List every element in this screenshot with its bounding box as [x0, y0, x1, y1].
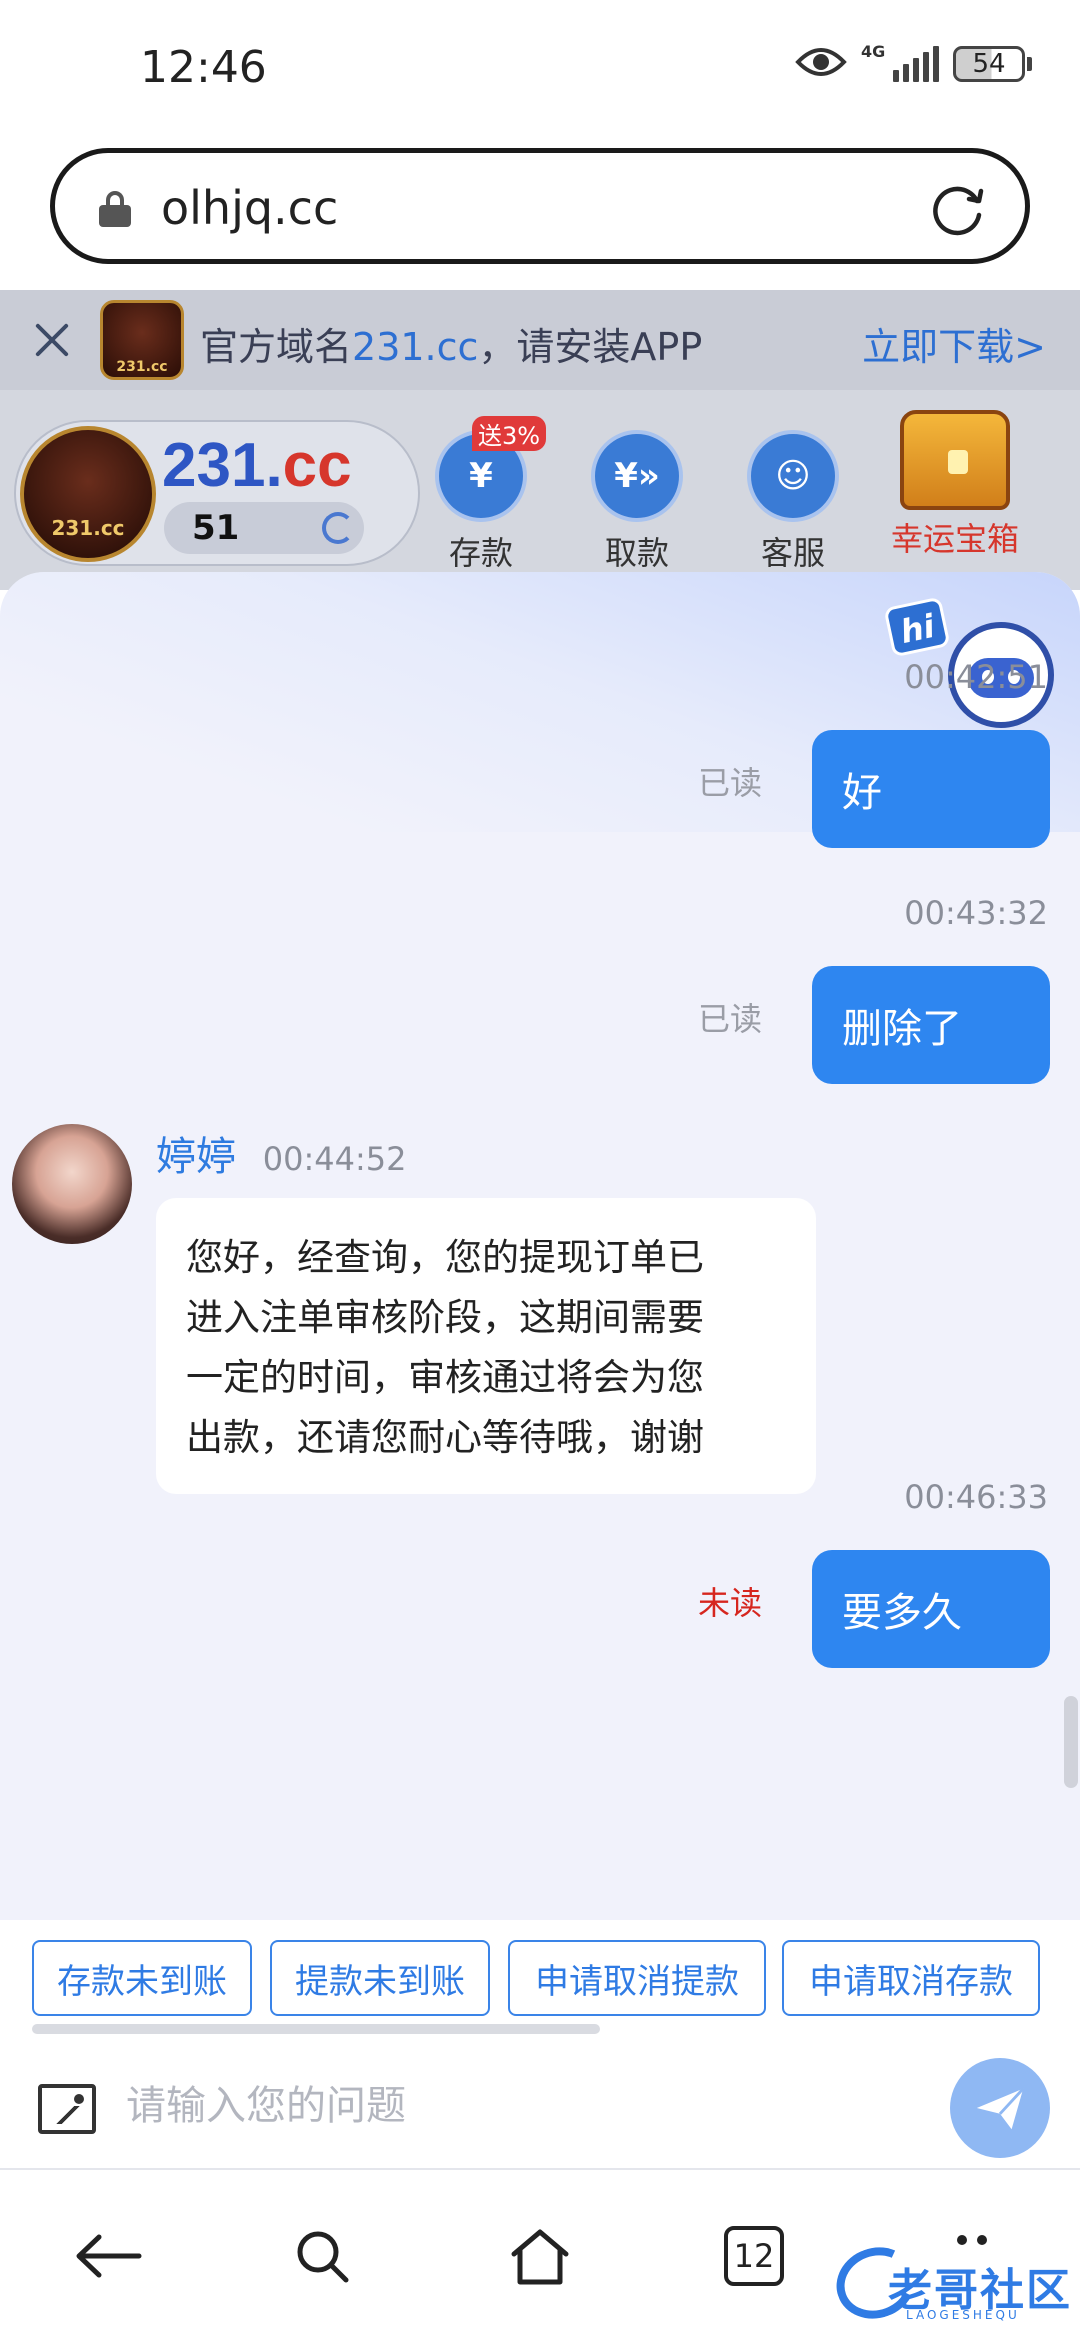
brand-card: 231.cc 231.cc 51 [14, 420, 420, 566]
lock-icon [99, 191, 131, 227]
message-time: 00:46:33 [904, 1478, 1048, 1516]
promo-banner: 231.cc 官方域名231.cc，请安装APP 立即下载> [0, 290, 1080, 390]
watermark-logo: 老哥社区 LAOGESHEQU [826, 2236, 1072, 2330]
network-type: 4G [861, 42, 886, 61]
signal-icon: 4G [861, 42, 939, 82]
url-text[interactable]: olhjq.cc [161, 181, 338, 235]
back-button[interactable] [58, 2206, 158, 2306]
brand-emblem: 231.cc [20, 426, 156, 562]
quick-question-bar: 存款未到账 提款未到账 申请取消提款 申请取消存款 [0, 1920, 1080, 2040]
tabs-count: 12 [724, 2226, 784, 2286]
read-status: 已读 [698, 764, 763, 802]
message-time: 00:44:52 [262, 1140, 407, 1178]
chat-panel: hi 00:42:51 已读 好 00:43:32 已读 删除了 婷婷 00:4… [0, 572, 1080, 1920]
agent-name: 婷婷 00:44:52 [156, 1134, 407, 1180]
balance-display: 51 [164, 502, 364, 554]
web-page-header: 231.cc 官方域名231.cc，请安装APP 立即下载> 231.cc 23… [0, 290, 1080, 590]
home-icon [511, 2229, 569, 2285]
lucky-chest-button[interactable]: 幸运宝箱 [880, 410, 1030, 560]
deposit-bonus-badge: 送3% [472, 416, 547, 451]
brand-name: 231.cc [162, 431, 352, 500]
outgoing-message: 要多久 [812, 1550, 1050, 1668]
address-bar[interactable]: olhjq.cc [50, 148, 1030, 264]
chip-cancel-withdraw[interactable]: 申请取消提款 [508, 1940, 766, 2016]
message-input[interactable] [126, 2074, 906, 2138]
read-status: 已读 [698, 1000, 763, 1038]
tabs-button[interactable]: 12 [704, 2206, 804, 2306]
back-arrow-icon [76, 2234, 142, 2278]
reload-icon[interactable] [929, 179, 987, 237]
chip-cancel-deposit[interactable]: 申请取消存款 [782, 1940, 1040, 2016]
search-icon [297, 2231, 349, 2283]
balance-value: 51 [192, 508, 240, 548]
status-icons: 4G 54 [795, 42, 1032, 84]
battery-level: 54 [953, 46, 1025, 82]
send-button[interactable] [950, 2058, 1050, 2158]
incoming-message: 您好，经查询，您的提现订单已 进入注单审核阶段，这期间需要 一定的时间，审核通过… [156, 1198, 816, 1494]
download-link[interactable]: 立即下载> [862, 316, 1046, 371]
message-time: 00:42:51 [904, 658, 1048, 696]
promo-text: 官方域名231.cc，请安装APP [200, 325, 703, 369]
close-icon[interactable] [30, 318, 74, 362]
withdraw-icon: ¥» [591, 430, 683, 522]
message-composer [0, 2040, 1080, 2170]
search-button[interactable] [272, 2206, 372, 2306]
eye-icon [795, 44, 847, 84]
chip-deposit-not-received[interactable]: 存款未到账 [32, 1940, 252, 2016]
outgoing-message: 好 [812, 730, 1050, 848]
agent-avatar[interactable] [12, 1124, 132, 1244]
image-upload-icon[interactable] [38, 2084, 96, 2134]
home-button[interactable] [490, 2206, 590, 2306]
app-logo: 231.cc [100, 300, 184, 380]
withdraw-button[interactable]: ¥» 取款 [582, 430, 692, 574]
outgoing-message: 删除了 [812, 966, 1050, 1084]
status-bar: 12:46 4G 54 [0, 0, 1080, 140]
refresh-balance-icon[interactable] [322, 512, 354, 544]
chip-scrollbar[interactable] [32, 2024, 600, 2034]
treasure-chest-icon [900, 410, 1010, 510]
deposit-button[interactable]: ¥ 送3% 存款 [426, 416, 547, 574]
chip-withdraw-not-received[interactable]: 提款未到账 [270, 1940, 490, 2016]
chat-scrollbar[interactable] [1064, 1696, 1078, 1788]
status-time: 12:46 [140, 42, 267, 93]
battery-icon: 54 [953, 46, 1032, 82]
message-time: 00:43:32 [904, 894, 1048, 932]
send-icon [976, 2087, 1025, 2130]
hi-badge: hi [883, 596, 951, 658]
customer-service-button[interactable]: ☺ 客服 [738, 430, 848, 574]
unread-status: 未读 [698, 1584, 763, 1622]
headset-icon: ☺ [747, 430, 839, 522]
